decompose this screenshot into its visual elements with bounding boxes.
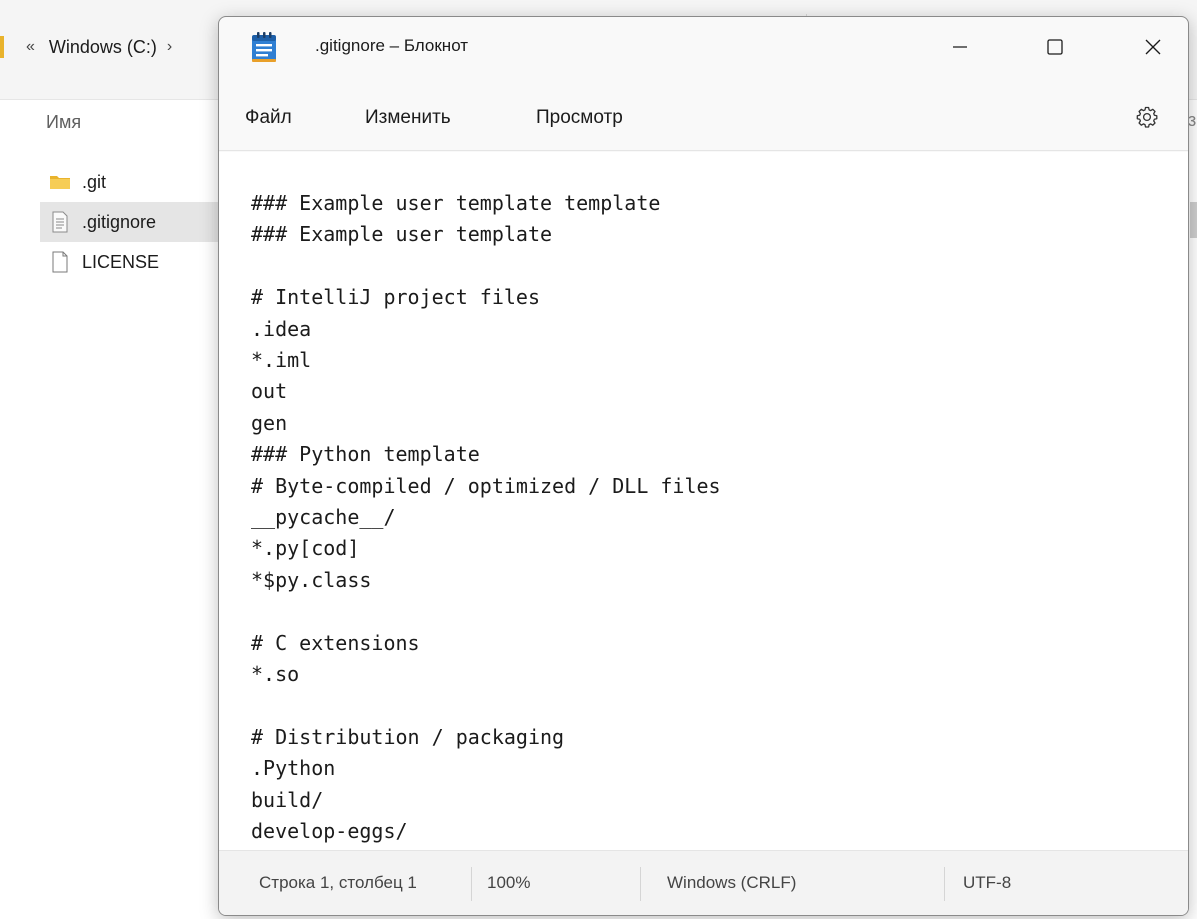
- maximize-button[interactable]: [1020, 17, 1090, 77]
- text-editor[interactable]: ### Example user template template ### E…: [219, 152, 1188, 850]
- minimize-icon: [953, 46, 967, 48]
- menu-item-edit[interactable]: Изменить: [365, 107, 451, 129]
- title-bar[interactable]: .gitignore – Блокнот: [219, 17, 1188, 77]
- folder-icon: [50, 176, 70, 189]
- breadcrumb[interactable]: « Windows (C:) ›: [0, 30, 172, 64]
- explorer-scrollbar[interactable]: [1190, 202, 1197, 238]
- file-name: LICENSE: [82, 251, 160, 272]
- column-header-clipped: з: [1188, 110, 1197, 130]
- window-title: .gitignore – Блокнот: [315, 36, 469, 55]
- text-file-icon: [52, 211, 68, 233]
- divider: [471, 867, 472, 901]
- notepad-window: .gitignore – Блокнот Файл Изменить Просм…: [218, 16, 1189, 916]
- settings-button[interactable]: [1129, 99, 1165, 135]
- notepad-icon: [252, 32, 276, 62]
- menu-item-view[interactable]: Просмотр: [536, 107, 623, 129]
- file-name: .git: [82, 171, 107, 192]
- breadcrumb-drive[interactable]: Windows (C:): [49, 37, 157, 58]
- close-icon: [1145, 39, 1161, 55]
- chevron-right-icon[interactable]: ›: [167, 38, 172, 56]
- folder-icon: [0, 36, 4, 58]
- divider: [640, 867, 641, 901]
- status-encoding[interactable]: UTF-8: [963, 873, 1011, 893]
- minimize-button[interactable]: [925, 17, 995, 77]
- divider: [944, 867, 945, 901]
- maximize-icon: [1047, 39, 1063, 55]
- list-item[interactable]: .gitignore: [40, 202, 220, 242]
- list-item[interactable]: LICENSE: [40, 242, 220, 282]
- status-line-endings[interactable]: Windows (CRLF): [667, 873, 796, 893]
- list-item[interactable]: .git: [40, 162, 220, 202]
- status-cursor-position: Строка 1, столбец 1: [259, 873, 417, 892]
- status-bar: Строка 1, столбец 1 100% Windows (CRLF) …: [219, 850, 1188, 915]
- editor-content[interactable]: ### Example user template template ### E…: [219, 152, 1188, 850]
- close-button[interactable]: [1118, 17, 1188, 77]
- file-name: .gitignore: [82, 211, 157, 232]
- file-list: .git .gitignore LICENSE: [40, 162, 220, 282]
- menu-item-file[interactable]: Файл: [245, 107, 292, 129]
- status-zoom[interactable]: 100%: [487, 873, 530, 893]
- menu-bar: Файл Изменить Просмотр: [219, 77, 1188, 151]
- chevron-left-icon[interactable]: «: [26, 38, 35, 56]
- gear-icon: [1136, 106, 1158, 128]
- file-icon: [52, 251, 68, 273]
- column-header-name[interactable]: Имя: [46, 112, 81, 133]
